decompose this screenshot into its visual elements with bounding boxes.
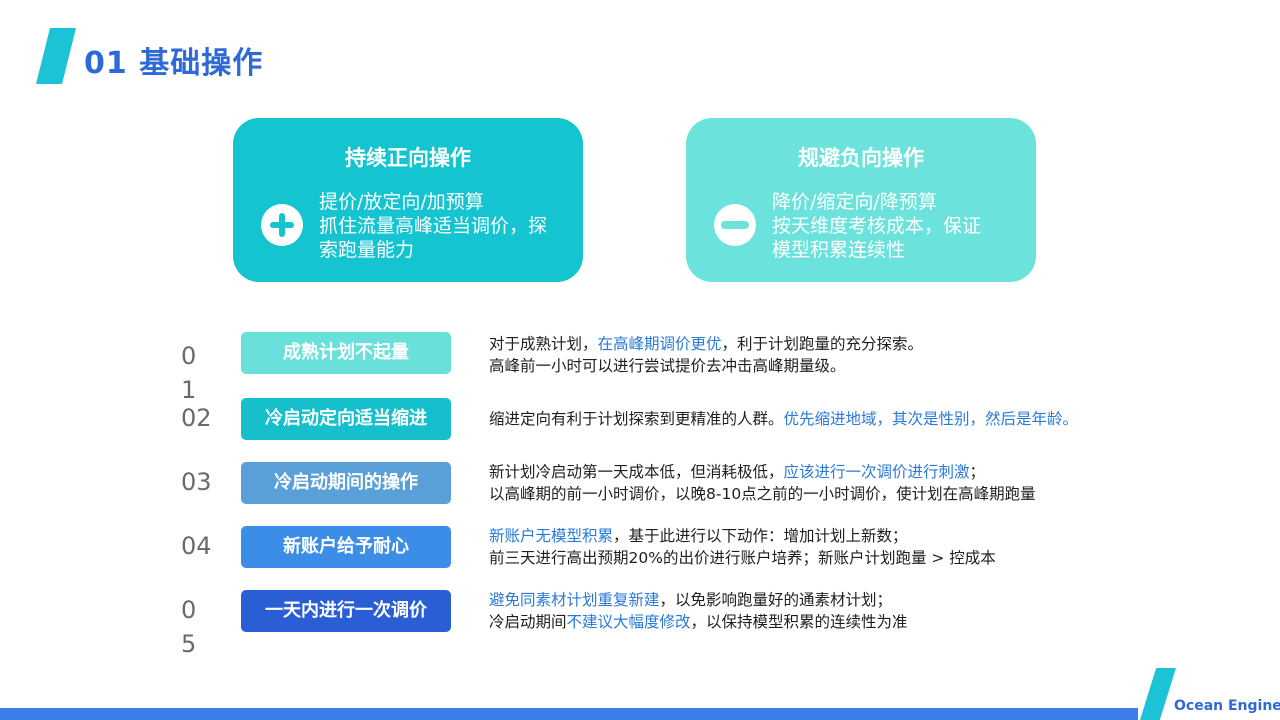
highlight-text: 新账户无模型积累 bbox=[489, 527, 614, 545]
description-line: 新计划冷启动第一天成本低，但消耗极低，应该进行一次调价进行刺激； bbox=[489, 461, 1036, 483]
body-text: ； bbox=[969, 463, 986, 481]
row-tag: 成熟计划不起量 bbox=[241, 332, 451, 374]
footer-bar bbox=[0, 708, 1138, 720]
card-line: 降价/缩定向/降预算 bbox=[772, 191, 937, 213]
row-number: 05 bbox=[181, 593, 221, 661]
row-tag: 冷启动期间的操作 bbox=[241, 462, 451, 504]
body-text: 对于成熟计划， bbox=[489, 335, 598, 353]
card-positive: 持续正向操作 提价/放定向/加预算 抓住流量高峰适当调价，探 索跑量能力 bbox=[233, 118, 583, 282]
card-line: 提价/放定向/加预算 bbox=[319, 191, 484, 213]
description-line: 前三天进行高出预期20%的出价进行账户培养；新账户计划跑量 > 控成本 bbox=[489, 547, 996, 569]
row-number-digit: 0 bbox=[181, 342, 197, 370]
highlight-text: 不建议大幅度修改 bbox=[566, 613, 691, 631]
row-number-digit: 04 bbox=[181, 532, 212, 560]
highlight-text: 优先缩进地域，其次是性别，然后是年龄。 bbox=[783, 410, 1079, 428]
card-title: 规避负向操作 bbox=[798, 146, 924, 170]
row-tag: 新账户给予耐心 bbox=[241, 526, 451, 568]
footer-logo-shape bbox=[1140, 668, 1176, 720]
description-line: 高峰前一小时可以进行尝试提价去冲击高峰期量级。 bbox=[489, 355, 923, 377]
row-number-digit: 02 bbox=[181, 404, 212, 432]
row-number: 03 bbox=[181, 465, 221, 499]
row-description: 新计划冷启动第一天成本低，但消耗极低，应该进行一次调价进行刺激； 以高峰期的前一小… bbox=[489, 461, 1036, 505]
row-tag: 冷启动定向适当缩进 bbox=[241, 398, 451, 440]
row-number-digit: 5 bbox=[181, 630, 197, 658]
highlight-text: 在高峰期调价更优 bbox=[597, 335, 722, 353]
row-description: 缩进定向有利于计划探索到更精准的人群。优先缩进地域，其次是性别，然后是年龄。 bbox=[489, 408, 1078, 430]
description-line: 新账户无模型积累，基于此进行以下动作：增加计划上新数； bbox=[489, 525, 996, 547]
description-line: 对于成熟计划，在高峰期调价更优，利于计划跑量的充分探索。 bbox=[489, 333, 923, 355]
row-number: 04 bbox=[181, 529, 221, 563]
body-text: ，以保持模型积累的连续性为准 bbox=[690, 613, 908, 631]
body-text: 新计划冷启动第一天成本低，但消耗极低， bbox=[489, 463, 784, 481]
card-line: 抓住流量高峰适当调价，探 bbox=[319, 215, 548, 237]
highlight-text: 应该进行一次调价进行刺激 bbox=[783, 463, 970, 481]
body-text: ，以免影响跑量好的通素材计划； bbox=[659, 591, 893, 609]
row-number-digit: 03 bbox=[181, 468, 212, 496]
body-text: 缩进定向有利于计划探索到更精准的人群。 bbox=[489, 410, 784, 428]
card-line: 索跑量能力 bbox=[319, 239, 415, 261]
body-text: 冷启动期间 bbox=[489, 613, 567, 631]
body-text: 以高峰期的前一小时调价，以晚8-10点之前的一小时调价，使计划在高峰期跑量 bbox=[489, 485, 1036, 503]
row-description: 对于成熟计划，在高峰期调价更优，利于计划跑量的充分探索。高峰前一小时可以进行尝试… bbox=[489, 333, 923, 377]
row-description: 避免同素材计划重复新建，以免影响跑量好的通素材计划； 冷启动期间不建议大幅度修改，… bbox=[489, 589, 908, 633]
row-number-digit: 0 bbox=[181, 596, 197, 624]
description-line: 以高峰期的前一小时调价，以晚8-10点之前的一小时调价，使计划在高峰期跑量 bbox=[489, 483, 1036, 505]
body-text: ，基于此进行以下动作：增加计划上新数； bbox=[613, 527, 908, 545]
page-title: 01 基础操作 bbox=[84, 46, 264, 81]
body-text: 高峰前一小时可以进行尝试提价去冲击高峰期量级。 bbox=[489, 357, 846, 375]
card-lines: 降价/缩定向/降预算 按天维度考核成本，保证 模型积累连续性 bbox=[772, 190, 1018, 262]
description-line: 避免同素材计划重复新建，以免影响跑量好的通素材计划； bbox=[489, 589, 908, 611]
row-tag: 一天内进行一次调价 bbox=[241, 590, 451, 632]
card-negative: 规避负向操作 降价/缩定向/降预算 按天维度考核成本，保证 模型积累连续性 bbox=[686, 118, 1036, 282]
card-line: 模型积累连续性 bbox=[772, 239, 906, 261]
body-text: ，利于计划跑量的充分探索。 bbox=[721, 335, 924, 353]
description-line: 冷启动期间不建议大幅度修改，以保持模型积累的连续性为准 bbox=[489, 611, 908, 633]
card-line: 按天维度考核成本，保证 bbox=[772, 215, 982, 237]
row-number: 01 bbox=[181, 339, 221, 407]
highlight-text: 避免同素材计划重复新建 bbox=[489, 591, 660, 609]
title-accent-shape bbox=[36, 28, 76, 84]
description-line: 缩进定向有利于计划探索到更精准的人群。优先缩进地域，其次是性别，然后是年龄。 bbox=[489, 408, 1078, 430]
row-number: 02 bbox=[181, 401, 221, 435]
body-text: 前三天进行高出预期20%的出价进行账户培养；新账户计划跑量 > 控成本 bbox=[489, 549, 996, 567]
plus-icon bbox=[261, 204, 303, 246]
card-lines: 提价/放定向/加预算 抓住流量高峰适当调价，探 索跑量能力 bbox=[319, 190, 565, 262]
minus-icon bbox=[714, 204, 756, 246]
row-description: 新账户无模型积累，基于此进行以下动作：增加计划上新数； 前三天进行高出预期20%的… bbox=[489, 525, 996, 569]
footer-logo: Ocean Engine bbox=[1174, 698, 1280, 714]
card-title: 持续正向操作 bbox=[345, 146, 471, 170]
